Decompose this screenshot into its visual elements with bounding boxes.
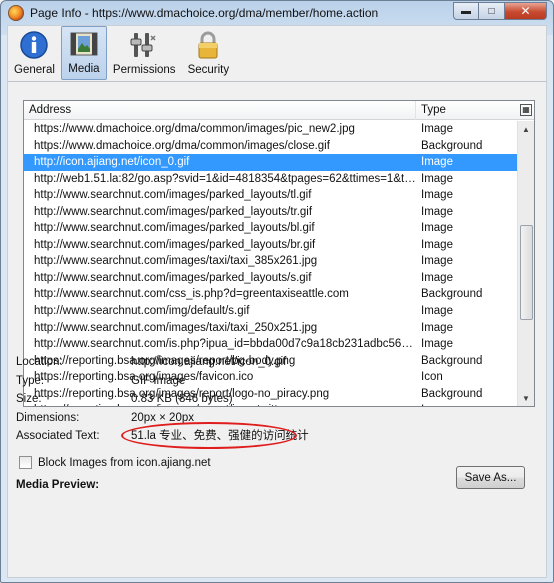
maximize-button[interactable]: □	[479, 2, 505, 20]
row-address: http://www.searchnut.com/images/parked_l…	[34, 205, 313, 218]
block-images-checkbox[interactable]	[19, 456, 32, 469]
maximize-icon: □	[488, 5, 495, 17]
column-header-address[interactable]: Address	[24, 101, 416, 120]
column-picker-icon[interactable]: ▦	[520, 104, 532, 116]
permissions-icon	[128, 29, 160, 61]
row-address: http://www.searchnut.com/images/parked_l…	[34, 238, 316, 251]
table-row[interactable]: http://www.searchnut.com/images/taxi/tax…	[24, 320, 518, 337]
row-address: http://www.searchnut.com/images/parked_l…	[34, 189, 312, 202]
tab-permissions-label: Permissions	[112, 64, 176, 76]
detail-associated-text: Associated Text: 51.la 专业、免费、强健的访问统计	[16, 422, 526, 450]
table-row[interactable]: http://www.searchnut.com/images/parked_l…	[24, 220, 518, 237]
detail-type: Type: GIF Image	[16, 372, 526, 391]
scroll-thumb[interactable]	[520, 225, 533, 320]
row-address: http://www.searchnut.com/images/parked_l…	[34, 222, 315, 235]
table-row[interactable]: http://www.searchnut.com/images/parked_l…	[24, 237, 518, 254]
row-address: https://www.dmachoice.org/dma/common/ima…	[34, 139, 330, 152]
row-type: Image	[421, 222, 453, 235]
minimize-button[interactable]: ▬	[453, 2, 479, 20]
row-address: https://www.dmachoice.org/dma/common/ima…	[34, 123, 355, 135]
info-icon	[18, 29, 50, 61]
table-row[interactable]: http://www.searchnut.com/images/parked_l…	[24, 270, 518, 287]
row-type: Image	[421, 338, 453, 351]
row-type: Image	[421, 305, 453, 318]
tab-toolbar: General Media Permissions Security	[7, 25, 547, 81]
close-icon: ✕	[520, 4, 531, 18]
title-bar[interactable]: Page Info - https://www.dmachoice.org/dm…	[1, 1, 553, 25]
row-type: Background	[421, 288, 483, 301]
row-address: http://icon.ajiang.net/icon_0.gif	[34, 156, 190, 169]
row-type: Image	[421, 156, 453, 169]
tab-permissions[interactable]: Permissions	[107, 26, 182, 80]
window-controls: ▬ □ ✕	[453, 2, 547, 20]
table-row[interactable]: http://icon.ajiang.net/icon_0.gif Image	[24, 154, 518, 171]
detail-label: Location:	[16, 356, 63, 368]
detail-label: Size:	[16, 393, 42, 406]
scroll-up-icon[interactable]: ▲	[518, 121, 534, 137]
save-as-button[interactable]: Save As...	[456, 466, 525, 489]
row-address: http://www.searchnut.com/css_is.php?d=gr…	[34, 288, 349, 301]
row-type: Image	[421, 271, 453, 284]
tab-media[interactable]: Media	[60, 26, 107, 80]
table-row[interactable]: http://web1.51.la:82/go.asp?svid=1&id=48…	[24, 171, 518, 188]
detail-value: 0.83 KB (846 bytes)	[131, 393, 233, 406]
row-type: Image	[421, 255, 453, 268]
row-address: http://www.searchnut.com/images/taxi/tax…	[34, 321, 318, 334]
table-row[interactable]: http://www.searchnut.com/images/parked_l…	[24, 204, 518, 221]
block-images-label: Block Images from icon.ajiang.net	[38, 456, 211, 469]
row-address: http://www.searchnut.com/img/default/s.g…	[34, 305, 250, 318]
row-address: http://www.searchnut.com/is.php?ipua_id=…	[34, 338, 416, 351]
tab-security-label: Security	[187, 64, 230, 76]
table-row[interactable]: https://www.dmachoice.org/dma/common/ima…	[24, 121, 518, 138]
row-type: Background	[421, 139, 483, 152]
row-type: Image	[421, 172, 453, 185]
detail-value: 51.la 专业、免费、强健的访问统计	[121, 422, 526, 450]
row-address: http://www.searchnut.com/images/taxi/tax…	[34, 255, 318, 268]
detail-label: Type:	[16, 374, 45, 387]
media-icon	[68, 28, 100, 60]
column-header-type[interactable]: Type	[416, 101, 518, 120]
highlight-ring	[121, 422, 297, 450]
detail-label: Dimensions:	[16, 411, 80, 424]
page-info-window: Page Info - https://www.dmachoice.org/dm…	[0, 0, 554, 583]
detail-location: Location: http://icon.ajiang.net/icon_0.…	[16, 353, 526, 372]
row-type: Image	[421, 321, 453, 334]
media-panel: Address Type ▦ https://www.dmachoice.org…	[7, 81, 547, 578]
block-images-option[interactable]: Block Images from icon.ajiang.net	[19, 456, 211, 469]
detail-value: http://icon.ajiang.net/icon_0.gif	[131, 356, 287, 368]
row-address: http://www.searchnut.com/images/parked_l…	[34, 271, 312, 284]
table-row[interactable]: http://www.searchnut.com/images/parked_l…	[24, 187, 518, 204]
table-row[interactable]: http://www.searchnut.com/is.php?ipua_id=…	[24, 336, 518, 353]
table-row[interactable]: http://www.searchnut.com/css_is.php?d=gr…	[24, 286, 518, 303]
tab-security[interactable]: Security	[182, 26, 236, 80]
row-type: Image	[421, 123, 453, 135]
tab-general[interactable]: General	[8, 26, 61, 80]
table-row[interactable]: http://www.searchnut.com/images/taxi/tax…	[24, 253, 518, 270]
detail-label: Associated Text:	[16, 430, 100, 443]
close-button[interactable]: ✕	[505, 2, 547, 20]
firefox-icon	[8, 5, 24, 21]
minimize-icon: ▬	[461, 5, 471, 17]
window-title: Page Info - https://www.dmachoice.org/dm…	[30, 6, 379, 20]
table-row[interactable]: http://www.searchnut.com/img/default/s.g…	[24, 303, 518, 320]
row-type: Image	[421, 205, 453, 218]
detail-dimensions: Dimensions: 20px × 20px	[16, 409, 526, 428]
row-type: Image	[421, 238, 453, 251]
row-address: http://web1.51.la:82/go.asp?svid=1&id=48…	[34, 172, 416, 185]
lock-icon	[192, 29, 224, 61]
detail-value: GIF Image	[131, 374, 186, 387]
media-preview-label: Media Preview:	[16, 479, 100, 491]
table-row[interactable]: https://www.dmachoice.org/dma/common/ima…	[24, 138, 518, 155]
row-type: Image	[421, 189, 453, 202]
media-details: Location: http://icon.ajiang.net/icon_0.…	[16, 353, 526, 450]
tab-general-label: General	[14, 64, 55, 76]
tab-media-label: Media	[68, 63, 100, 75]
detail-size: Size: 0.83 KB (846 bytes)	[16, 390, 526, 409]
list-header: Address Type ▦	[24, 101, 534, 120]
